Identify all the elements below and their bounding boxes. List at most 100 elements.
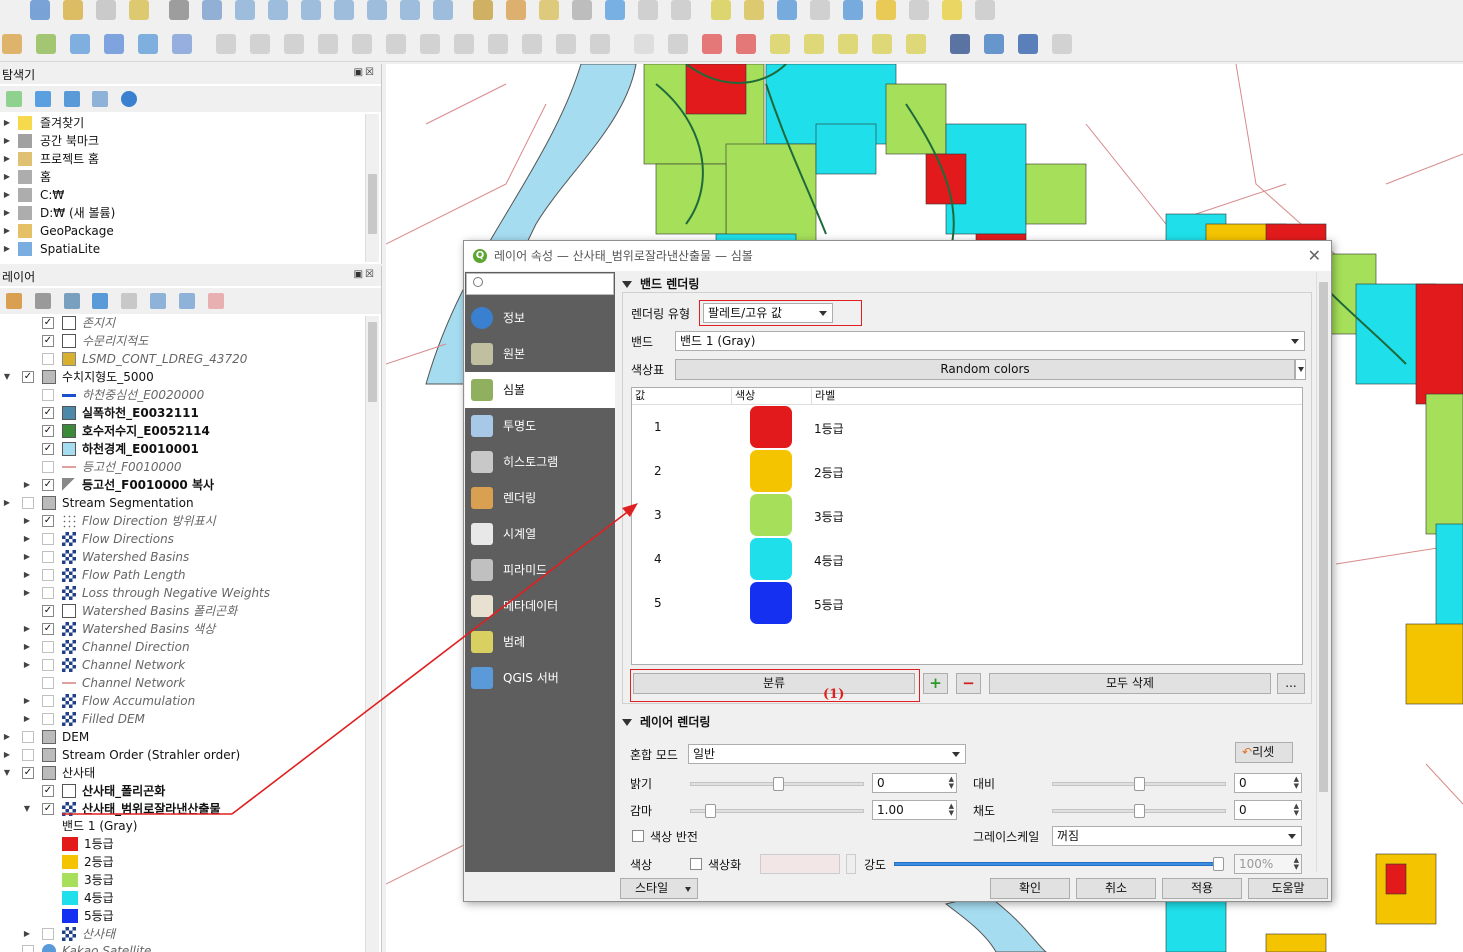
invert-colors-checkbox[interactable] [632,830,644,842]
filter-expression-icon[interactable] [121,293,138,309]
expand-arrow-icon[interactable]: ▶ [22,925,32,943]
layer-visibility-checkbox[interactable] [42,641,54,653]
explorer-scrollbar[interactable] [365,114,379,262]
class-row[interactable]: 4 4등급 [632,538,1302,582]
band-combo[interactable]: 밴드 1 (Gray) [675,331,1305,351]
layer-row[interactable]: ▶ DEM [0,728,362,746]
expand-arrow-icon[interactable]: ▼ [22,800,32,818]
brightness-spinbox[interactable]: 0 ▲ ▼ [872,773,957,793]
toolbar-tool-icon[interactable] [104,34,124,54]
layer-row[interactable]: ✓ 산사태_폴리곤화 [0,782,362,800]
toolbar-tool-icon[interactable] [838,34,858,54]
layer-visibility-checkbox[interactable] [42,695,54,707]
layer-row[interactable]: LSMD_CONT_LDREG_43720 [0,350,362,368]
toolbar-tool-icon[interactable] [301,0,321,20]
delete-all-button[interactable]: 모두 삭제 [989,673,1271,694]
ok-button[interactable]: 확인 [990,878,1070,899]
layer-row[interactable]: ✓ 호수저수지_E0052114 [0,422,362,440]
toolbar-tool-icon[interactable] [876,0,896,20]
expand-arrow-icon[interactable]: ▶ [2,746,12,764]
sidebar-item-qgis-server[interactable]: QGIS 서버 [465,660,615,696]
layer-row[interactable]: ▶ ✓ Flow Direction 방위표시 [0,512,362,530]
expand-arrow-icon[interactable]: ▶ [22,512,32,530]
explorer-item[interactable]: ▶ 즐겨찾기 [0,114,360,132]
class-row[interactable]: 1 1등급 [632,406,1302,450]
expand-arrow-icon[interactable]: ▼ [2,764,12,782]
layer-row[interactable]: ▶ Stream Order (Strahler order) [0,746,362,764]
expand-arrow-icon[interactable]: ▶ [2,132,12,150]
toolbar-tool-icon[interactable] [711,0,731,20]
toolbar-tool-icon[interactable] [1018,34,1038,54]
expand-arrow-icon[interactable]: ▶ [22,620,32,638]
saturation-slider[interactable] [1052,804,1226,818]
filter-legend-icon[interactable] [92,293,109,309]
expand-arrow-icon[interactable]: ▶ [22,548,32,566]
toolbar-tool-icon[interactable] [268,0,288,20]
toolbar-tool-icon[interactable] [984,34,1004,54]
expand-arrow-icon[interactable]: ▶ [22,710,32,728]
gamma-spinbox[interactable]: 1.00 ▲ ▼ [872,800,957,820]
toolbar-tool-icon[interactable] [950,34,970,54]
sidebar-item-temporal[interactable]: 시계열 [465,516,615,552]
toolbar-tool-icon[interactable] [172,34,192,54]
layers-scrollbar[interactable] [365,316,379,952]
layer-row[interactable]: ▶ Filled DEM [0,710,362,728]
layer-row[interactable]: ▶ Stream Segmentation [0,494,362,512]
layer-row[interactable]: Channel Network [0,674,362,692]
layer-row[interactable]: ▶ ✓ Watershed Basins 색상 [0,620,362,638]
explorer-item[interactable]: ▶ D:₩ (새 볼륨) [0,204,360,222]
layer-visibility-checkbox[interactable] [42,389,54,401]
layer-visibility-checkbox[interactable] [42,353,54,365]
layer-visibility-checkbox[interactable] [42,461,54,473]
toolbar-tool-icon[interactable] [420,34,440,54]
expand-all-icon[interactable] [150,293,167,309]
reset-button[interactable]: ↶리셋 [1235,742,1293,763]
strength-slider[interactable] [894,857,1224,871]
color-ramp-button[interactable]: Random colors [675,359,1295,380]
explorer-item[interactable]: ▶ C:₩ [0,186,360,204]
expand-arrow-icon[interactable]: ▶ [22,530,32,548]
contrast-slider[interactable] [1052,777,1226,791]
layer-visibility-checkbox[interactable] [22,749,34,761]
layer-row[interactable]: ▶ Watershed Basins [0,548,362,566]
toolbar-tool-icon[interactable] [129,0,149,20]
expand-arrow-icon[interactable]: ▶ [2,728,12,746]
colorize-color-dropdown[interactable] [846,854,856,874]
saturation-spinbox[interactable]: 0 ▲ ▼ [1234,800,1302,820]
layer-visibility-checkbox[interactable] [42,551,54,563]
expand-arrow-icon[interactable]: ▶ [22,476,32,494]
panel-float-close-icons[interactable]: ▣☒ [354,67,376,78]
visibility-eye-icon[interactable] [63,293,80,309]
layer-visibility-checkbox[interactable] [42,677,54,689]
collapse-all-icon[interactable] [178,293,195,309]
grayscale-combo[interactable]: 꺼짐 [1052,826,1302,846]
expand-arrow-icon[interactable]: ▶ [2,114,12,132]
col-header-color[interactable]: 색상 [732,388,812,404]
toolbar-tool-icon[interactable] [909,0,929,20]
layer-visibility-checkbox[interactable]: ✓ [42,605,54,617]
toolbar-tool-icon[interactable] [539,0,559,20]
layer-visibility-checkbox[interactable]: ✓ [42,335,54,347]
toolbar-tool-icon[interactable] [2,34,22,54]
toolbar-tool-icon[interactable] [36,34,56,54]
layer-visibility-checkbox[interactable]: ✓ [42,785,54,797]
layer-row[interactable]: ▼ ✓ 산사태_범위로잘라낸산출물 [0,800,362,818]
toolbar-tool-icon[interactable] [906,34,926,54]
toolbar-tool-icon[interactable] [668,34,688,54]
layer-visibility-checkbox[interactable]: ✓ [42,803,54,815]
expand-arrow-icon[interactable]: ▶ [22,566,32,584]
layer-visibility-checkbox[interactable]: ✓ [42,479,54,491]
sidebar-item-pyramids[interactable]: 피라미드 [465,552,615,588]
explorer-item[interactable]: ▶ 홈 [0,168,360,186]
layer-visibility-checkbox[interactable]: ✓ [42,443,54,455]
toolbar-tool-icon[interactable] [96,0,116,20]
expand-arrow-icon[interactable]: ▶ [22,692,32,710]
toolbar-tool-icon[interactable] [804,34,824,54]
class-table[interactable]: 값 색상 라벨 1 1등급 2 2등급 3 3등급 4 4등급 5 5등급 [631,387,1303,665]
toolbar-tool-icon[interactable] [367,0,387,20]
band-rendering-header[interactable]: 밴드 렌더링 [622,275,699,292]
dialog-title-bar[interactable]: Q 레이어 속성 — 산사태_범위로잘라낸산출물 — 심볼 ✕ [464,241,1331,271]
toolbar-tool-icon[interactable] [671,0,691,20]
expand-arrow-icon[interactable]: ▶ [22,584,32,602]
toolbar-tool-icon[interactable] [473,0,493,20]
